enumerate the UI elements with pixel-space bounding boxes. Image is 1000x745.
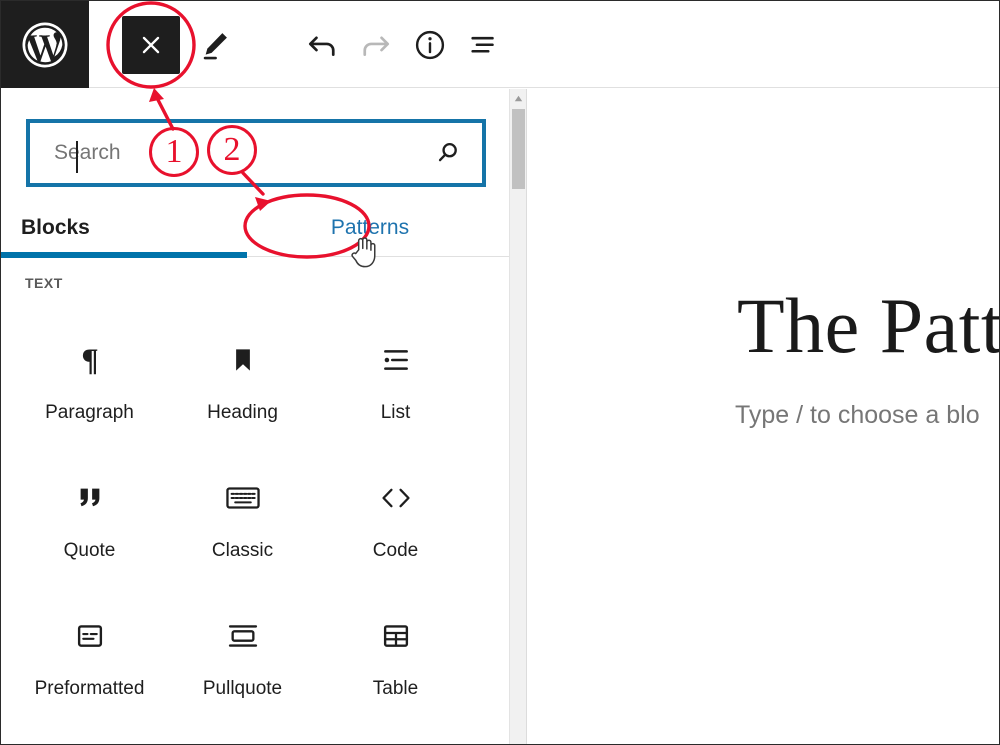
- bullet-list-icon: [380, 339, 412, 381]
- inserter-scrollbar[interactable]: [509, 89, 526, 744]
- paragraph-block-placeholder[interactable]: Type / to choose a blo: [735, 401, 980, 430]
- editor-canvas: The Patte Type / to choose a blo: [527, 89, 999, 744]
- quotation-marks-icon: [75, 477, 105, 519]
- block-item-label: List: [380, 402, 411, 423]
- block-item-label: Heading: [207, 402, 278, 423]
- block-item-list[interactable]: List: [319, 309, 472, 447]
- block-item-classic[interactable]: Classic: [166, 447, 319, 585]
- editor-top-toolbar: [1, 1, 999, 88]
- angle-brackets-icon: [378, 477, 414, 519]
- search-magnifier-icon: [438, 142, 457, 162]
- details-tool-button[interactable]: [406, 21, 454, 69]
- block-item-quote[interactable]: Quote: [13, 447, 166, 585]
- pullquote-icon: [227, 615, 259, 657]
- block-item-label: Paragraph: [45, 402, 134, 423]
- redo-tool-button[interactable]: [352, 21, 400, 69]
- pilcrow-icon: ¶: [74, 339, 106, 381]
- block-category-label: TEXT: [25, 275, 63, 291]
- redo-arrow-icon: [363, 36, 390, 56]
- pointing-hand-cursor: [348, 234, 378, 275]
- bookmark-icon: [228, 339, 258, 381]
- block-grid: ¶ Paragraph Heading List Quote Classic C…: [13, 309, 497, 723]
- block-inserter-panel: Blocks Patterns TEXT ¶ Paragraph: [1, 89, 509, 744]
- annotation-badge-1: 1: [149, 127, 199, 177]
- search-button[interactable]: [430, 135, 466, 171]
- scrollbar-thumb[interactable]: [512, 109, 525, 189]
- annotation-badge-2: 2: [207, 125, 257, 175]
- block-item-label: Quote: [63, 540, 116, 561]
- close-x-icon: [142, 36, 160, 54]
- block-item-heading[interactable]: Heading: [166, 309, 319, 447]
- keyboard-icon: [225, 477, 260, 519]
- block-item-label: Preformatted: [34, 678, 145, 699]
- block-item-label: Code: [372, 540, 419, 561]
- block-type-list: TEXT ¶ Paragraph Heading List Quote Clas…: [1, 257, 509, 744]
- block-item-preformatted[interactable]: Preformatted: [13, 585, 166, 723]
- undo-tool-button[interactable]: [298, 21, 346, 69]
- tab-blocks[interactable]: Blocks: [1, 200, 247, 256]
- document-outline-icon: [471, 36, 494, 53]
- post-title[interactable]: The Patte: [737, 281, 999, 371]
- inserter-tabs: Blocks Patterns: [1, 200, 509, 258]
- block-item-pullquote[interactable]: Pullquote: [166, 585, 319, 723]
- wordpress-logo-icon[interactable]: [1, 1, 89, 88]
- block-item-label: Classic: [211, 540, 274, 561]
- block-item-label: Pullquote: [202, 678, 283, 699]
- edit-tool-button[interactable]: [191, 21, 239, 69]
- preformatted-box-icon: [75, 615, 105, 657]
- info-circle-icon: [415, 30, 445, 60]
- block-item-paragraph[interactable]: ¶ Paragraph: [13, 309, 166, 447]
- scroll-up-arrow-icon[interactable]: [510, 91, 526, 105]
- svg-text:¶: ¶: [81, 343, 98, 377]
- block-item-label: Table: [372, 678, 419, 699]
- pencil-icon: [203, 33, 227, 60]
- block-item-table[interactable]: Table: [319, 585, 472, 723]
- text-caret: [76, 141, 78, 173]
- block-item-code[interactable]: Code: [319, 447, 472, 585]
- list-view-tool-button[interactable]: [460, 21, 508, 69]
- table-grid-icon: [381, 615, 411, 657]
- block-editor-screen: Blocks Patterns TEXT ¶ Paragraph: [0, 0, 1000, 745]
- undo-arrow-icon: [308, 36, 335, 56]
- close-inserter-button[interactable]: [122, 16, 180, 74]
